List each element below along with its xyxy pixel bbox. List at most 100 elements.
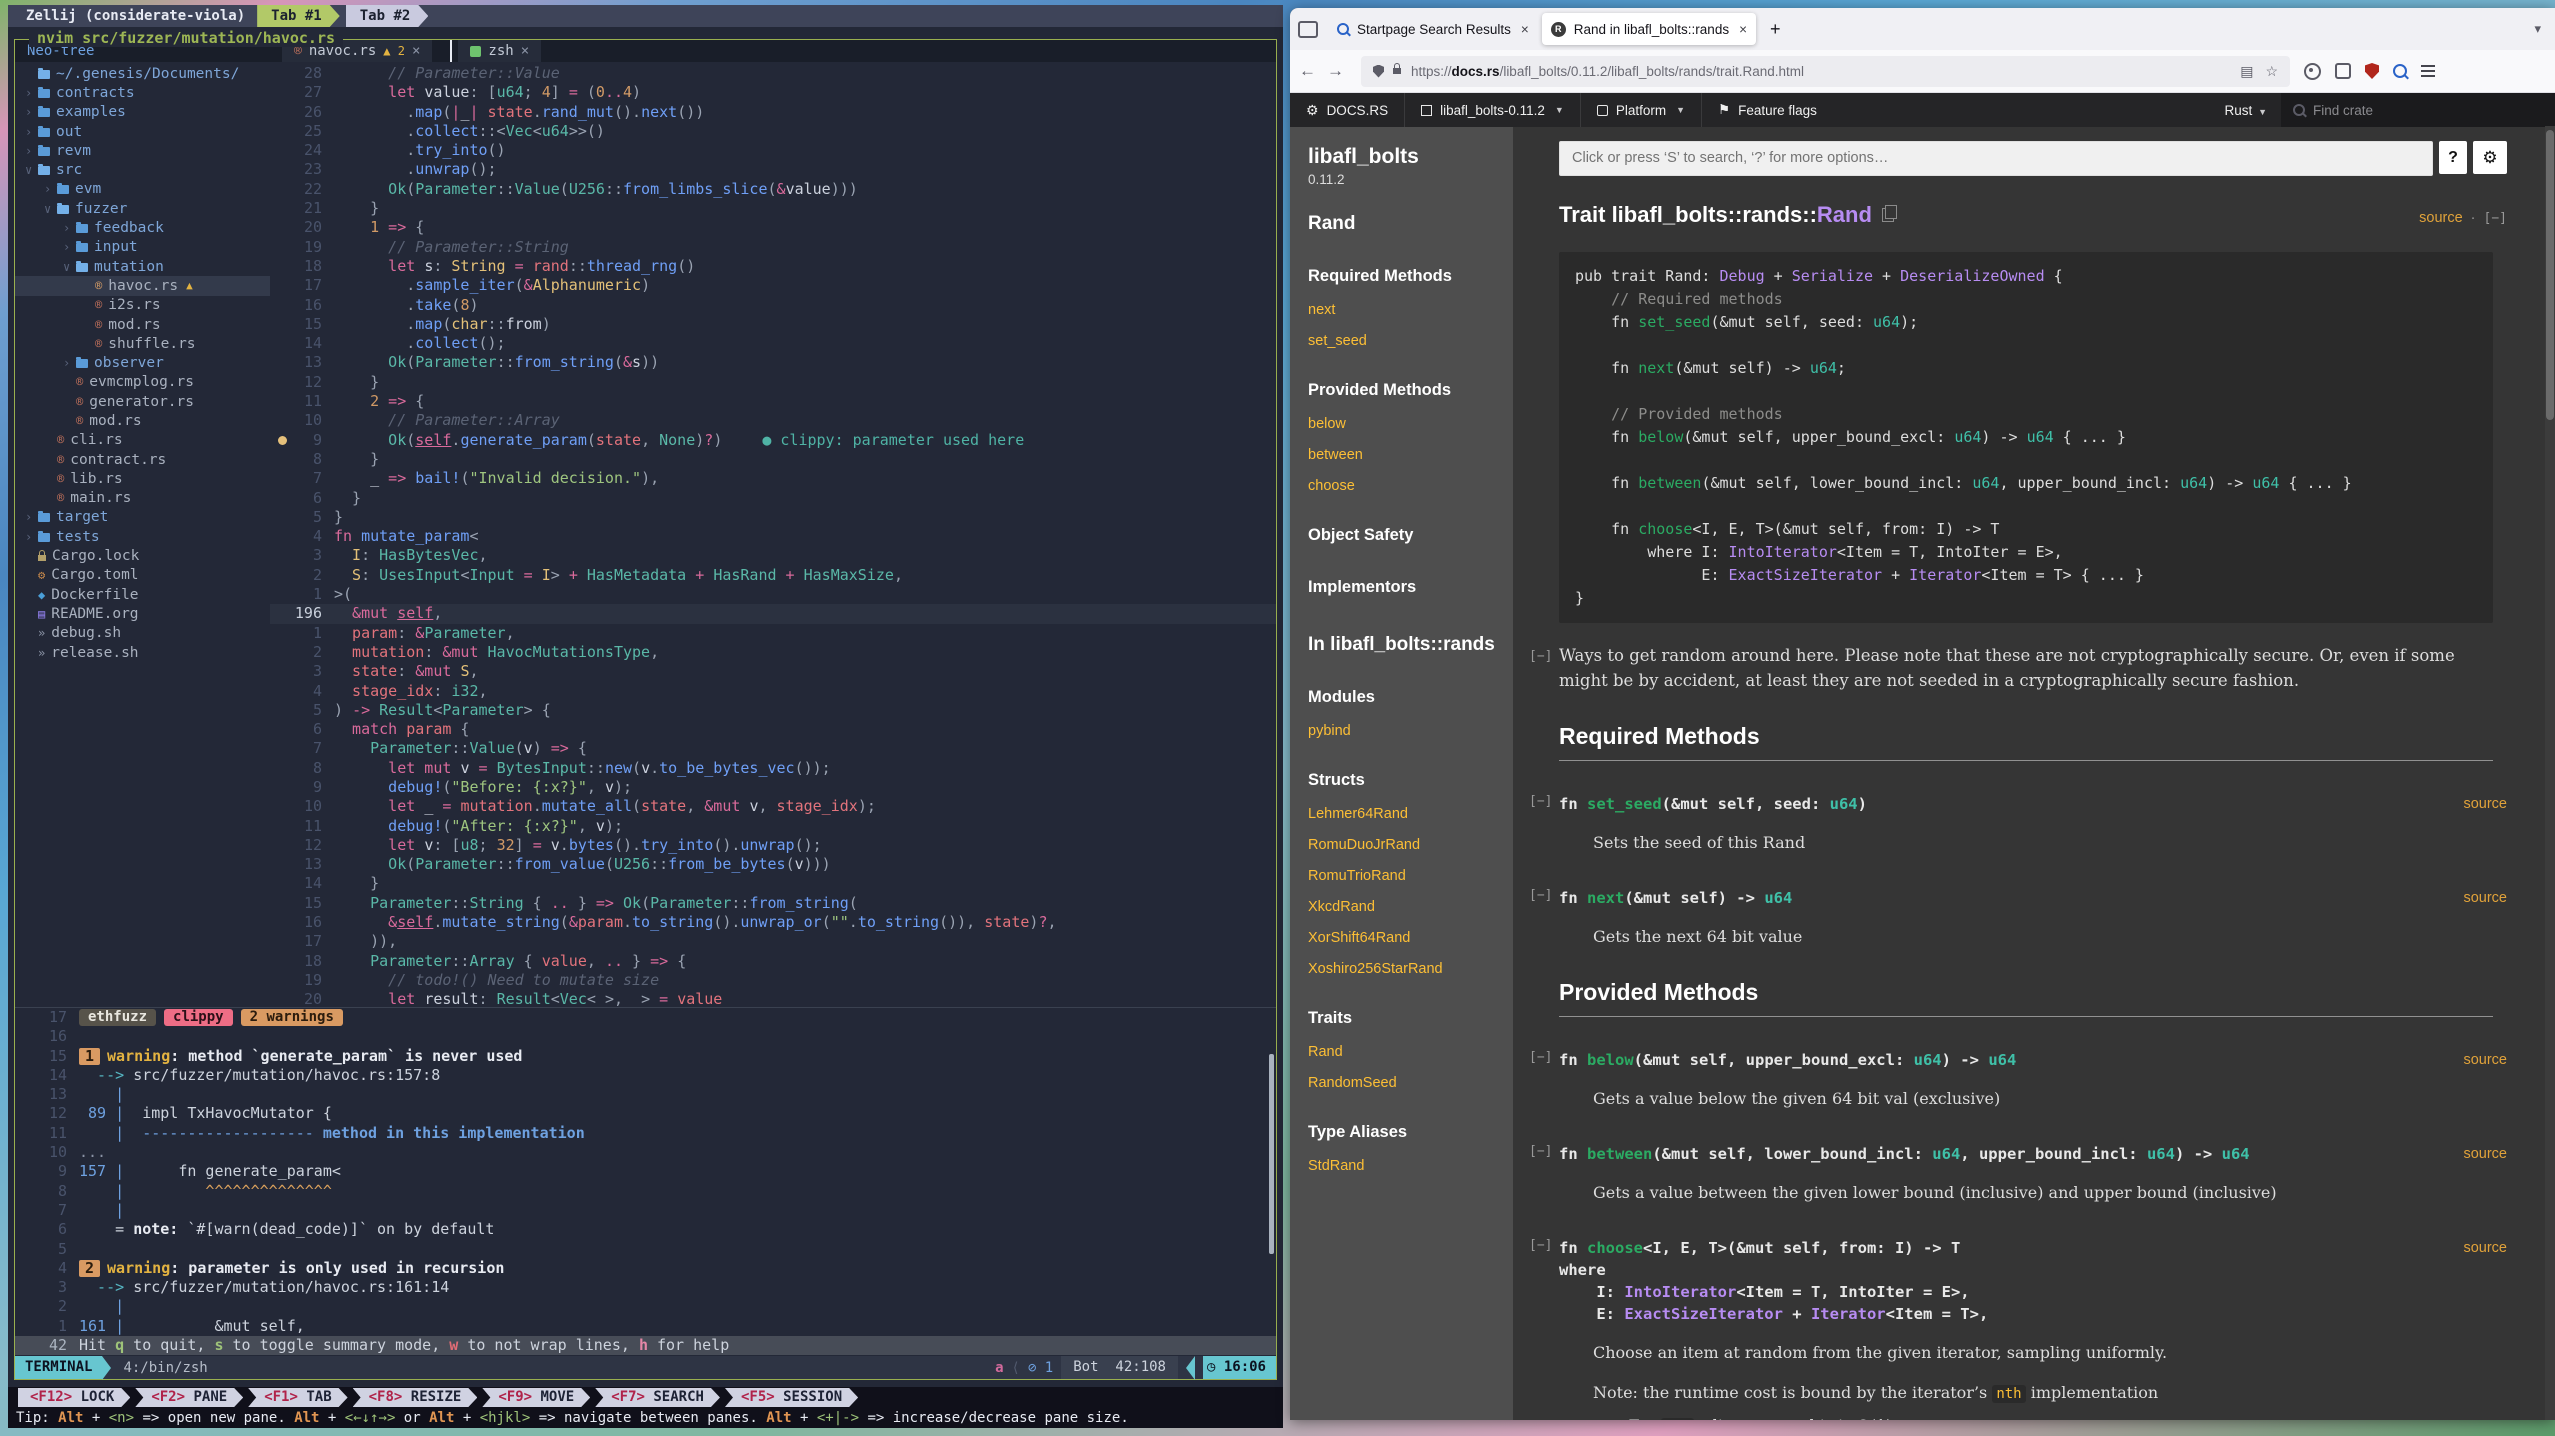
- forward-button[interactable]: →: [1327, 61, 1344, 81]
- sidebar-section-traits[interactable]: Traits: [1308, 1007, 1503, 1029]
- tree-item-mutation[interactable]: ∨mutation: [15, 257, 270, 276]
- platform-menu[interactable]: Platform▼: [1581, 93, 1702, 127]
- collapse-toggle[interactable]: [−]: [1529, 1238, 1552, 1253]
- sidebar-link-choose[interactable]: choose: [1308, 478, 1503, 494]
- sidebar-link-StdRand[interactable]: StdRand: [1308, 1158, 1503, 1174]
- source-link[interactable]: source: [2463, 1143, 2507, 1165]
- tree-item-README.org[interactable]: ▤README.org: [15, 604, 270, 623]
- browser-tab-inactive[interactable]: Startpage Search Results×: [1328, 13, 1538, 45]
- list-tabs-icon[interactable]: ▾: [2534, 21, 2555, 37]
- collapse-toggle[interactable]: [−]: [1529, 794, 1552, 809]
- tree-item-src[interactable]: ∨src: [15, 160, 270, 179]
- tree-item-examples[interactable]: ›examples: [15, 103, 270, 122]
- collapse-toggle[interactable]: [−]: [1529, 888, 1552, 903]
- sidebar-link-RandomSeed[interactable]: RandomSeed: [1308, 1075, 1503, 1091]
- settings-gear-icon[interactable]: ⚙: [2473, 141, 2507, 174]
- tree-item-havoc.rs[interactable]: ®havoc.rs▲: [15, 276, 270, 295]
- extensions-icon[interactable]: [2335, 63, 2351, 79]
- tree-item-mod.rs[interactable]: ®mod.rs: [15, 411, 270, 430]
- crate-menu[interactable]: libafl_bolts-0.11.2▼: [1405, 93, 1581, 127]
- sidebar-link-below[interactable]: below: [1308, 416, 1503, 432]
- editor-buffer[interactable]: 28 // Parameter::Value27 let value: [u64…: [270, 62, 1276, 1007]
- close-icon[interactable]: ×: [412, 43, 420, 59]
- collapse-toggle[interactable]: [−]: [1529, 1144, 1552, 1159]
- sidebar-section-type-aliases[interactable]: Type Aliases: [1308, 1121, 1503, 1143]
- browser-scrollbar-thumb[interactable]: [2546, 130, 2554, 420]
- keybind-pane[interactable]: <F2> PANE: [135, 1388, 243, 1407]
- keybind-tab[interactable]: <F1> TAB: [248, 1388, 347, 1407]
- sidebar-section-in-libafl-bolts-rands[interactable]: In libafl_bolts::rands: [1308, 634, 1503, 656]
- tree-item-evm[interactable]: ›evm: [15, 180, 270, 199]
- zellij-pane[interactable]: nvim src/fuzzer/mutation/havoc.rs Neo-tr…: [14, 39, 1277, 1380]
- firefox-view-icon[interactable]: [1298, 21, 1318, 38]
- collapse-toggle[interactable]: [−]: [1529, 644, 1552, 669]
- keybind-resize[interactable]: <F8> RESIZE: [353, 1388, 478, 1407]
- help-button[interactable]: ?: [2439, 141, 2467, 174]
- tree-item--.genesis-Documents-[interactable]: ~/.genesis/Documents/: [15, 64, 270, 83]
- source-link[interactable]: source: [2463, 887, 2507, 909]
- zellij-terminal-window[interactable]: Zellij (considerate-viola) Tab #1Tab #2 …: [8, 5, 1283, 1428]
- panel-scrollbar[interactable]: [1269, 1054, 1274, 1254]
- sidebar-link-Lehmer64Rand[interactable]: Lehmer64Rand: [1308, 806, 1503, 822]
- tracking-shield-icon[interactable]: [1373, 65, 1384, 78]
- tree-item-Dockerfile[interactable]: ◆Dockerfile: [15, 585, 270, 604]
- diagnostics-panel[interactable]: 17ethfuzzclippy2 warnings16151warning: m…: [15, 1007, 1276, 1356]
- collapse-toggle[interactable]: [−]: [1529, 1050, 1552, 1065]
- sidebar-section-object-safety[interactable]: Object Safety: [1308, 524, 1503, 546]
- tree-item-tests[interactable]: ›tests: [15, 527, 270, 546]
- tree-item-shuffle.rs[interactable]: ®shuffle.rs: [15, 334, 270, 353]
- tree-item-Cargo.lock[interactable]: Cargo.lock: [15, 546, 270, 565]
- new-tab-button[interactable]: +: [1760, 19, 1791, 40]
- url-bar[interactable]: https://docs.rs/libafl_bolts/0.11.2/liba…: [1361, 56, 2290, 87]
- sidebar-section-provided-methods[interactable]: Provided Methods: [1308, 379, 1503, 401]
- tree-item-main.rs[interactable]: ®main.rs: [15, 489, 270, 508]
- collapse-toggle[interactable]: [−]: [2484, 211, 2507, 226]
- tree-item-Cargo.toml[interactable]: ⚙Cargo.toml: [15, 566, 270, 585]
- tree-item-debug.sh[interactable]: »debug.sh: [15, 624, 270, 643]
- tree-item-out[interactable]: ›out: [15, 122, 270, 141]
- sidebar-link-between[interactable]: between: [1308, 447, 1503, 463]
- bookmark-star-icon[interactable]: ☆: [2265, 63, 2278, 80]
- rust-menu[interactable]: Rust ▼: [2225, 103, 2267, 118]
- reader-mode-icon[interactable]: ▤: [2240, 63, 2253, 80]
- buffer-tab-zsh[interactable]: zsh×: [458, 40, 541, 62]
- tree-item-fuzzer[interactable]: ∨fuzzer: [15, 199, 270, 218]
- keybind-session[interactable]: <F5> SESSION: [725, 1388, 858, 1407]
- menu-icon[interactable]: [2421, 70, 2435, 72]
- sidebar-link-next[interactable]: next: [1308, 302, 1503, 318]
- tree-item-evmcmplog.rs[interactable]: ®evmcmplog.rs: [15, 373, 270, 392]
- tree-item-cli.rs[interactable]: ®cli.rs: [15, 431, 270, 450]
- sidebar-link-set_seed[interactable]: set_seed: [1308, 333, 1503, 349]
- keybind-search[interactable]: <F7> SEARCH: [595, 1388, 720, 1407]
- sidebar-link-RomuDuoJrRand[interactable]: RomuDuoJrRand: [1308, 837, 1503, 853]
- feature-flags-link[interactable]: ⚑Feature flags: [1702, 93, 1833, 127]
- tree-item-generator.rs[interactable]: ®generator.rs: [15, 392, 270, 411]
- url-text[interactable]: https://docs.rs/libafl_bolts/0.11.2/liba…: [1411, 64, 2228, 79]
- tree-item-lib.rs[interactable]: ®lib.rs: [15, 469, 270, 488]
- ublock-icon[interactable]: [2365, 63, 2379, 79]
- sidebar-section-implementors[interactable]: Implementors: [1308, 576, 1503, 598]
- source-link[interactable]: source: [2463, 1237, 2507, 1259]
- browser-tab-active[interactable]: RRand in libafl_bolts::rands×: [1542, 13, 1756, 45]
- tree-item-feedback[interactable]: ›feedback: [15, 218, 270, 237]
- tree-item-input[interactable]: ›input: [15, 238, 270, 257]
- sidebar-crate-link[interactable]: libafl_bolts: [1308, 145, 1503, 169]
- tree-item-observer[interactable]: ›observer: [15, 353, 270, 372]
- close-icon[interactable]: ×: [521, 43, 529, 59]
- neotree-file-explorer[interactable]: ~/.genesis/Documents/›contracts›examples…: [15, 62, 270, 1007]
- sidebar-link-RomuTrioRand[interactable]: RomuTrioRand: [1308, 868, 1503, 884]
- docsrs-brand[interactable]: ⚙DOCS.RS: [1290, 93, 1405, 127]
- tree-item-mod.rs[interactable]: ®mod.rs: [15, 315, 270, 334]
- copy-path-icon[interactable]: [1882, 208, 1894, 222]
- zellij-tab-Tab1[interactable]: Tab #1: [257, 5, 340, 27]
- tree-item-release.sh[interactable]: »release.sh: [15, 643, 270, 662]
- sidebar-section-required-methods[interactable]: Required Methods: [1308, 265, 1503, 287]
- firefox-window[interactable]: Startpage Search Results×RRand in libafl…: [1290, 8, 2555, 1420]
- close-icon[interactable]: ×: [1739, 22, 1747, 37]
- source-link[interactable]: source: [2463, 793, 2507, 815]
- tree-item-contracts[interactable]: ›contracts: [15, 83, 270, 102]
- tree-item-revm[interactable]: ›revm: [15, 141, 270, 160]
- startpage-extension-icon[interactable]: [2393, 64, 2407, 78]
- source-link[interactable]: source: [2463, 1049, 2507, 1071]
- sidebar-link-XorShift64Rand[interactable]: XorShift64Rand: [1308, 930, 1503, 946]
